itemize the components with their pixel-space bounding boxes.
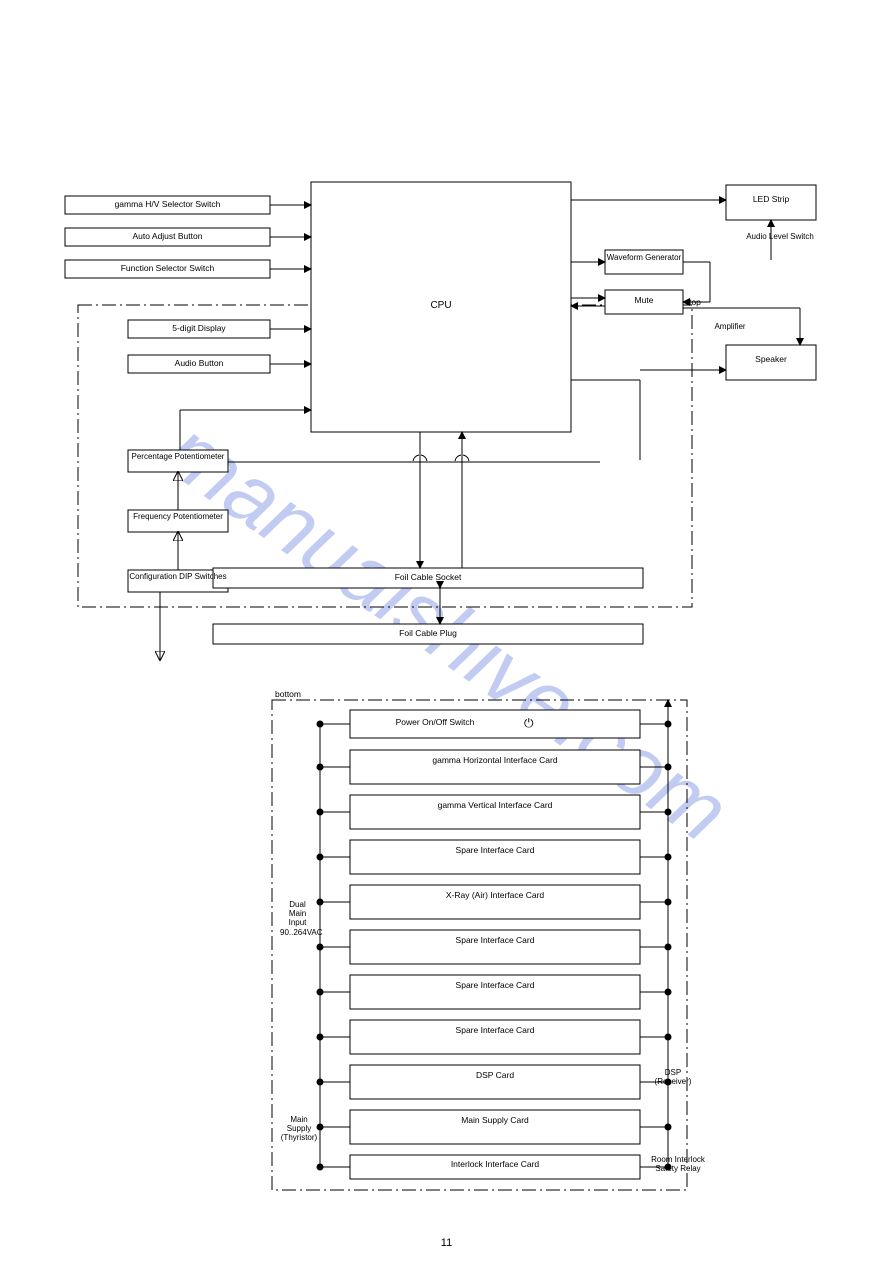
label-cpu: CPU <box>311 300 571 312</box>
label-percent-pot: Percentage Potentiometer <box>128 452 228 461</box>
label-function-selector: Function Selector Switch <box>65 264 270 274</box>
label-card-power: Power On/Off Switch <box>350 718 520 728</box>
label-auto-adjust: Auto Adjust Button <box>65 232 270 242</box>
label-card-gv: gamma Vertical Interface Card <box>350 801 640 811</box>
label-speaker: Speaker <box>726 355 816 365</box>
label-card-spare3: Spare Interface Card <box>350 981 640 991</box>
label-wave-gen: Waveform Generator <box>605 253 683 262</box>
label-card-gh: gamma Horizontal Interface Card <box>350 756 640 766</box>
label-card-xray: X-Ray (Air) Interface Card <box>350 891 640 901</box>
label-mute: Mute <box>605 296 683 306</box>
power-icon: ⏻ <box>524 716 534 731</box>
label-main-input: Dual Main Input 90..264VAC <box>280 900 315 937</box>
label-top-title: top <box>680 298 710 308</box>
label-level-switch: Audio Level Switch <box>740 232 820 241</box>
label-foil-plug: Foil Cable Plug <box>213 629 643 639</box>
label-card-mainsupply: Main Supply Card <box>350 1116 640 1126</box>
diagram-page: manualshive.com <box>0 0 893 1263</box>
label-freq-pot: Frequency Potentiometer <box>128 512 228 521</box>
label-card-spare2: Spare Interface Card <box>350 936 640 946</box>
label-card-spare1: Spare Interface Card <box>350 846 640 856</box>
label-led-strip: LED Strip <box>726 195 816 205</box>
label-main-supply: Main Supply (Thyristor) <box>280 1115 318 1143</box>
label-audio-button: Audio Button <box>128 359 270 369</box>
label-card-dsp: DSP Card <box>350 1071 640 1081</box>
label-foil-socket: Foil Cable Socket <box>213 573 643 583</box>
label-card-interlock: Interlock Interface Card <box>350 1160 640 1170</box>
label-dsp: DSP (Receiver) <box>648 1068 698 1086</box>
label-card-spare4: Spare Interface Card <box>350 1026 640 1036</box>
label-5digit-display: 5-digit Display <box>128 324 270 334</box>
label-bottom-title: bottom <box>275 690 325 700</box>
label-interlock-relay: Room Interlock Safety Relay <box>648 1155 708 1173</box>
label-amplifier: Amplifier <box>700 322 760 331</box>
label-selector-switch: gamma H/V Selector Switch <box>65 200 270 210</box>
page-number: 11 <box>0 1237 893 1249</box>
